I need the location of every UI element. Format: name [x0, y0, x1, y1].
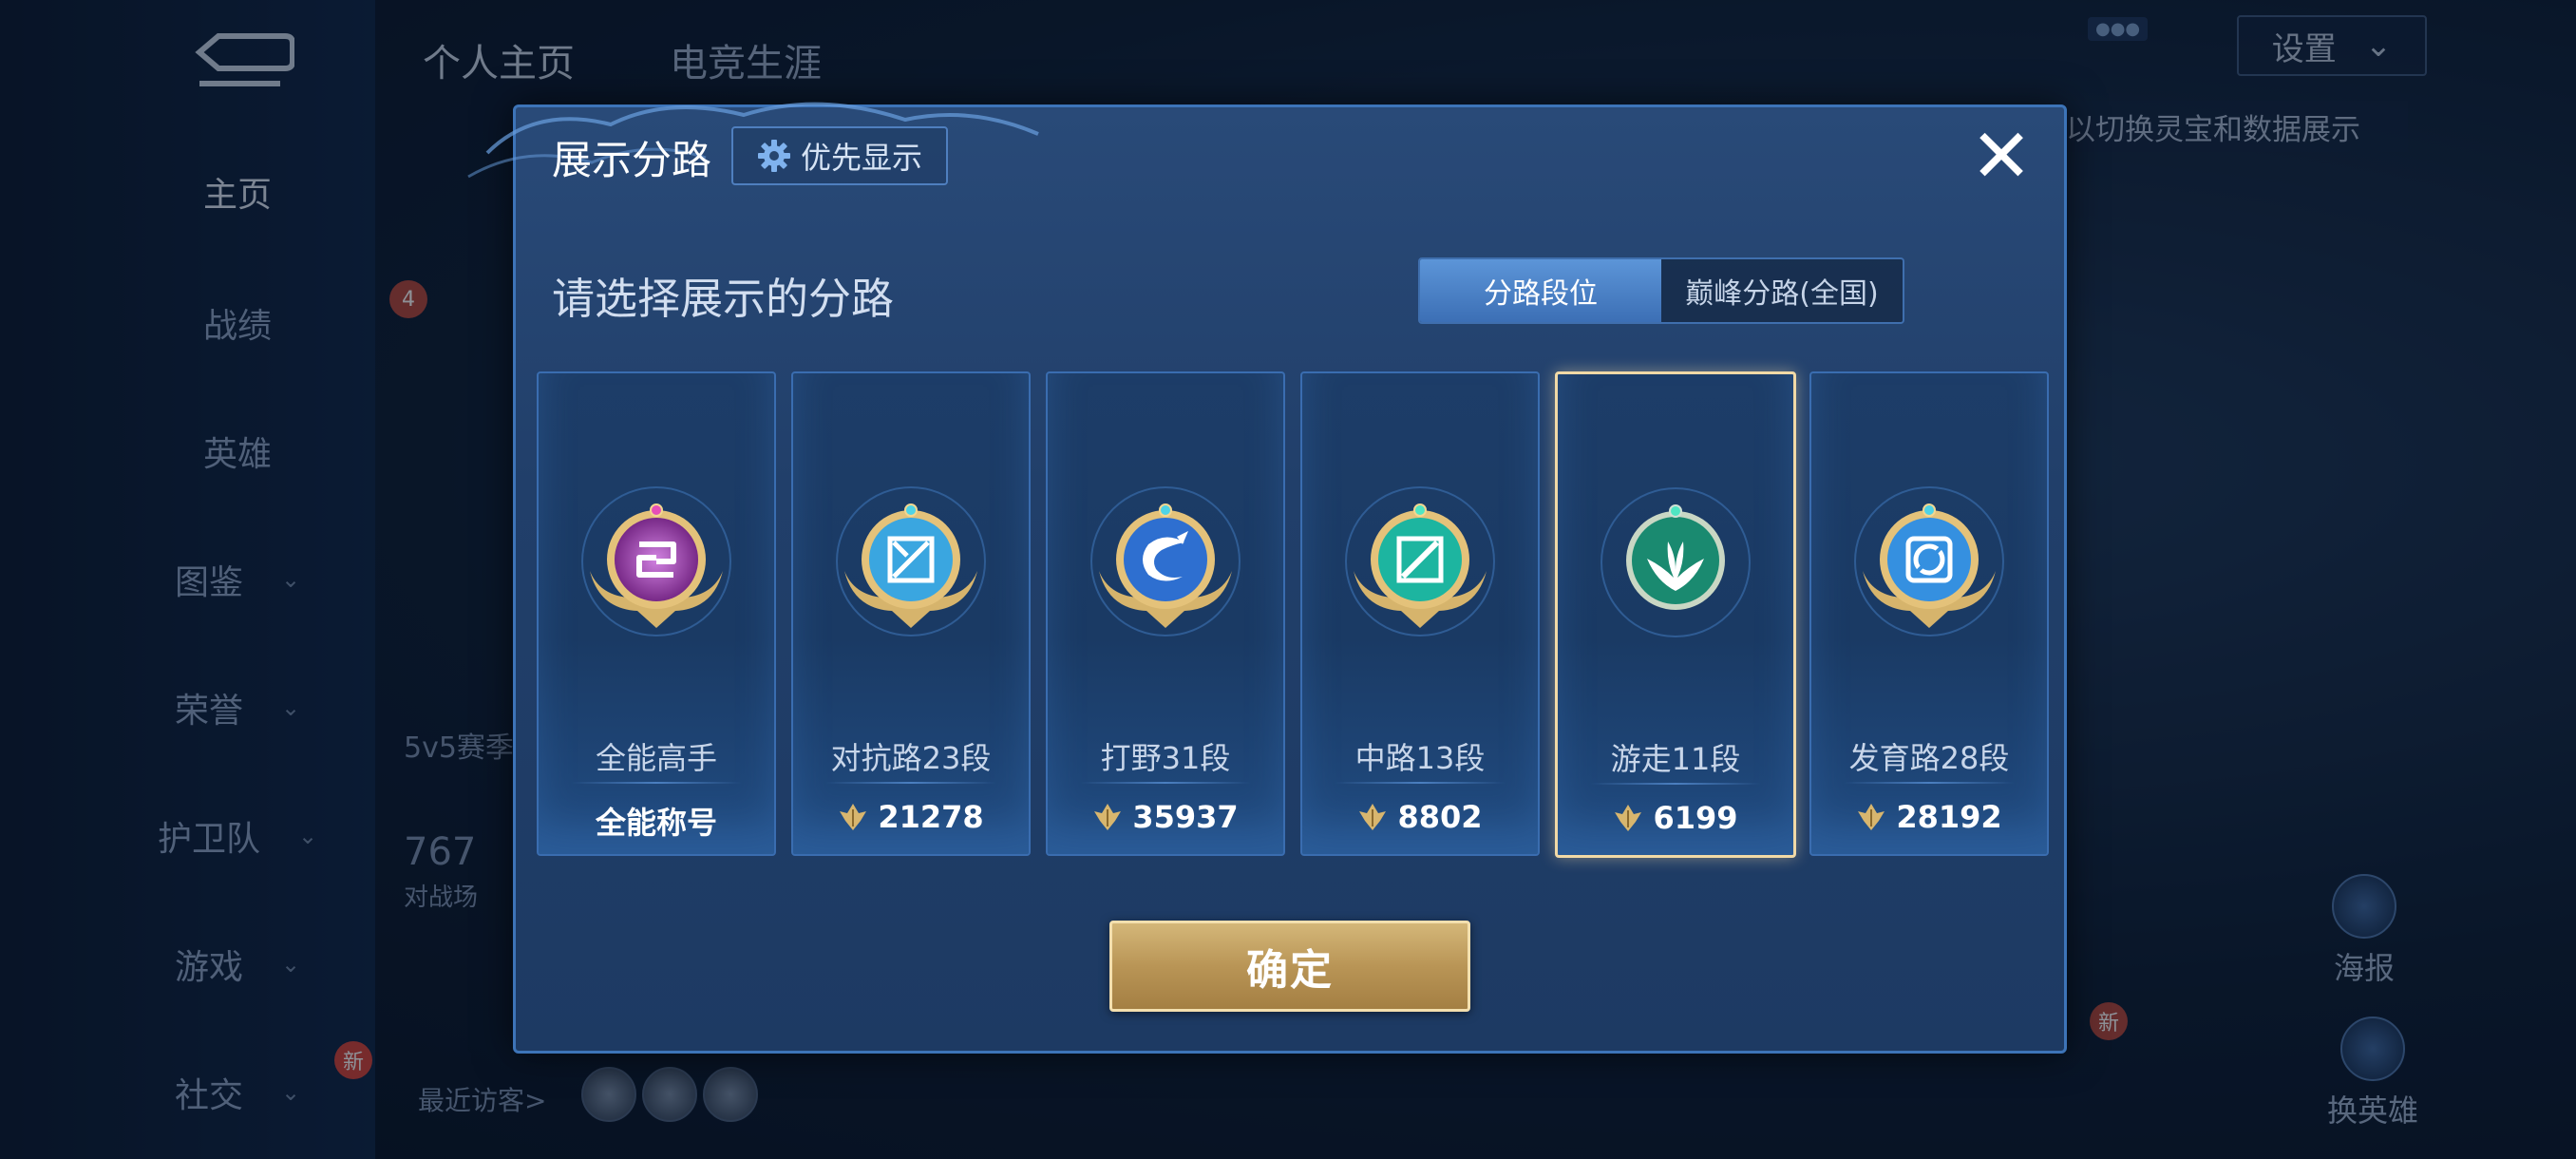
close-button[interactable]: ✕ [1969, 120, 2034, 194]
jungle-dragon-badge-icon [1090, 486, 1241, 636]
clash-lane-badge-icon [836, 486, 986, 636]
peak-score-icon [1359, 804, 1387, 830]
lane-card-name: 打野31段 [1100, 740, 1231, 776]
lane-card-allround[interactable]: 全能高手 全能称号 [537, 371, 776, 856]
lane-card-name: 中路13段 [1354, 740, 1486, 776]
lane-card-clash[interactable]: 对抗路23段 21278 [791, 371, 1031, 856]
lane-card-score: 28192 [1811, 799, 2047, 835]
lane-card-name: 对抗路23段 [830, 740, 992, 776]
confirm-label: 确定 [1246, 946, 1334, 995]
lane-card-jungle[interactable]: 打野31段 35937 [1046, 371, 1285, 856]
lane-card-name: 发育路28段 [1848, 740, 2010, 776]
lane-card-score: 8802 [1302, 799, 1538, 835]
mid-lane-badge-icon [1345, 486, 1495, 636]
lane-card-score: 全能称号 [539, 799, 774, 843]
divider [1590, 783, 1761, 785]
lane-card-score-value: 35937 [1132, 799, 1239, 835]
tab-peak-lane[interactable]: 巅峰分路(全国) [1661, 259, 1903, 322]
divider [1844, 782, 2015, 784]
close-icon: ✕ [1970, 114, 2033, 200]
divider [1080, 782, 1251, 784]
lane-card-score-value: 全能称号 [595, 805, 717, 841]
lane-card-score-value: 28192 [1896, 799, 2002, 835]
lane-card-name: 全能高手 [595, 740, 717, 776]
priority-display-label: 优先显示 [800, 140, 922, 176]
lane-card-score: 35937 [1048, 799, 1283, 835]
lane-card-name: 游走11段 [1610, 741, 1741, 777]
tab-lane-rank[interactable]: 分路段位 [1420, 259, 1661, 322]
purple-allround-badge-icon [581, 486, 731, 636]
peak-score-icon [1094, 804, 1122, 830]
confirm-button[interactable]: 确定 [1109, 921, 1470, 1012]
lane-select-modal: 展示分路 优先显示 ✕ 请选择展示的分路 分路段位 巅峰分路(全国) 全能高手 … [467, 102, 2067, 1054]
divider [571, 782, 742, 784]
lane-card-score: 21278 [793, 799, 1029, 835]
gear-icon [757, 140, 790, 172]
section-subtitle: 请选择展示的分路 [552, 274, 895, 324]
modal-title: 展示分路 [552, 137, 712, 183]
peak-score-icon [1858, 804, 1885, 830]
divider [1335, 782, 1506, 784]
peak-score-icon [1615, 805, 1642, 831]
divider [825, 782, 996, 784]
roam-wings-badge-icon [1601, 487, 1751, 637]
lane-card-score-value: 8802 [1397, 799, 1483, 835]
lane-mode-tabs: 分路段位 巅峰分路(全国) [1418, 257, 1904, 324]
farm-lane-badge-icon [1854, 486, 2004, 636]
peak-score-icon [840, 804, 867, 830]
lane-card-score-value: 6199 [1653, 800, 1738, 836]
lane-card-mid[interactable]: 中路13段 8802 [1300, 371, 1540, 856]
lane-card-score-value: 21278 [878, 799, 984, 835]
lane-card-roam[interactable]: 游走11段 6199 [1555, 371, 1796, 858]
lane-card-score: 6199 [1558, 800, 1793, 836]
priority-display-button[interactable]: 优先显示 [731, 126, 948, 185]
lane-card-farm[interactable]: 发育路28段 28192 [1809, 371, 2049, 856]
